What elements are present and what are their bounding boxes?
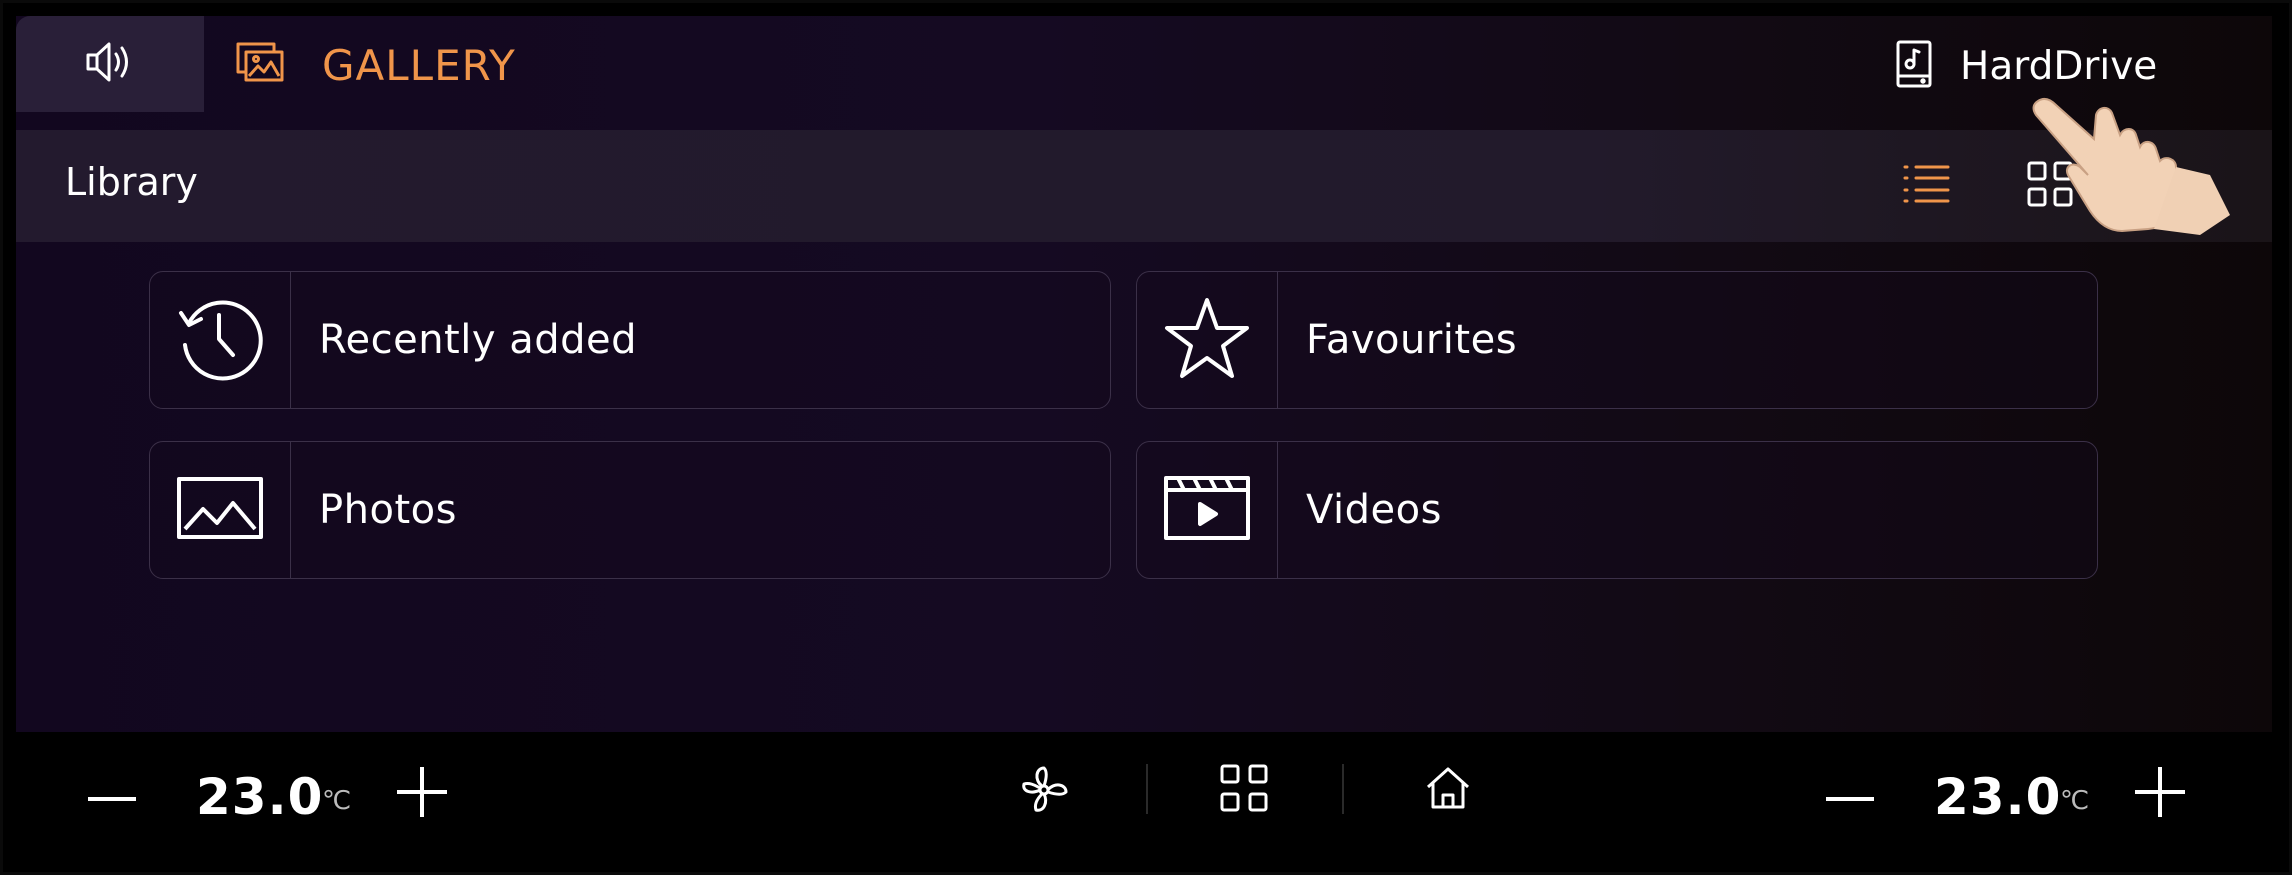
left-temp-increase-button[interactable] <box>396 767 448 821</box>
star-icon <box>1163 296 1251 384</box>
tile-label: Videos <box>1306 487 1442 533</box>
home-icon <box>1424 765 1472 815</box>
tile-label: Favourites <box>1306 317 1518 363</box>
pointing-hand-icon <box>2030 95 2230 239</box>
app-header: GALLERY <box>236 30 516 100</box>
clock-history-icon <box>175 293 265 387</box>
tile-videos[interactable]: Videos <box>1136 441 2098 579</box>
tile-icon-cell <box>1137 272 1278 408</box>
tile-favourites[interactable]: Favourites <box>1136 271 2098 409</box>
right-temp-increase-button[interactable] <box>2134 767 2186 821</box>
library-title: Library <box>65 160 198 204</box>
plus-icon <box>397 767 447 821</box>
apps-button[interactable] <box>1218 764 1270 816</box>
list-icon <box>1902 163 1950 209</box>
list-view-button[interactable] <box>1896 160 1956 212</box>
tile-recently-added[interactable]: Recently added <box>149 271 1111 409</box>
tile-photos[interactable]: Photos <box>149 441 1111 579</box>
image-icon <box>177 477 263 543</box>
left-temperature-value: 23.0 <box>196 768 324 826</box>
grid-icon <box>1220 764 1268 816</box>
tile-label: Photos <box>319 487 457 533</box>
video-clapper-icon <box>1164 476 1250 544</box>
minus-icon <box>88 786 136 805</box>
tile-icon-cell <box>150 272 291 408</box>
harddrive-icon <box>1896 40 1932 92</box>
bottom-separator <box>1342 764 1344 814</box>
fan-icon <box>1018 764 1070 820</box>
tile-icon-cell <box>1137 442 1278 578</box>
fan-button[interactable] <box>1016 764 1072 820</box>
tile-icon-cell <box>150 442 291 578</box>
gallery-icon <box>236 42 286 88</box>
home-button[interactable] <box>1422 764 1474 816</box>
source-selector[interactable]: HardDrive <box>1896 36 2157 96</box>
speaker-icon <box>84 39 136 89</box>
right-temp-decrease-button[interactable] <box>1824 770 1876 820</box>
library-bar: Library <box>16 130 2272 242</box>
app-title: GALLERY <box>322 40 516 90</box>
tile-label: Recently added <box>319 317 638 363</box>
bottom-separator <box>1146 764 1148 814</box>
minus-icon <box>1826 786 1874 805</box>
right-temperature-unit: ℃ <box>2060 786 2090 816</box>
right-temperature-value: 23.0 <box>1934 768 2062 826</box>
plus-icon <box>2135 767 2185 821</box>
source-label: HardDrive <box>1960 43 2158 89</box>
left-temp-decrease-button[interactable] <box>86 770 138 820</box>
sound-button[interactable] <box>16 16 204 112</box>
left-temperature-unit: ℃ <box>322 786 352 816</box>
